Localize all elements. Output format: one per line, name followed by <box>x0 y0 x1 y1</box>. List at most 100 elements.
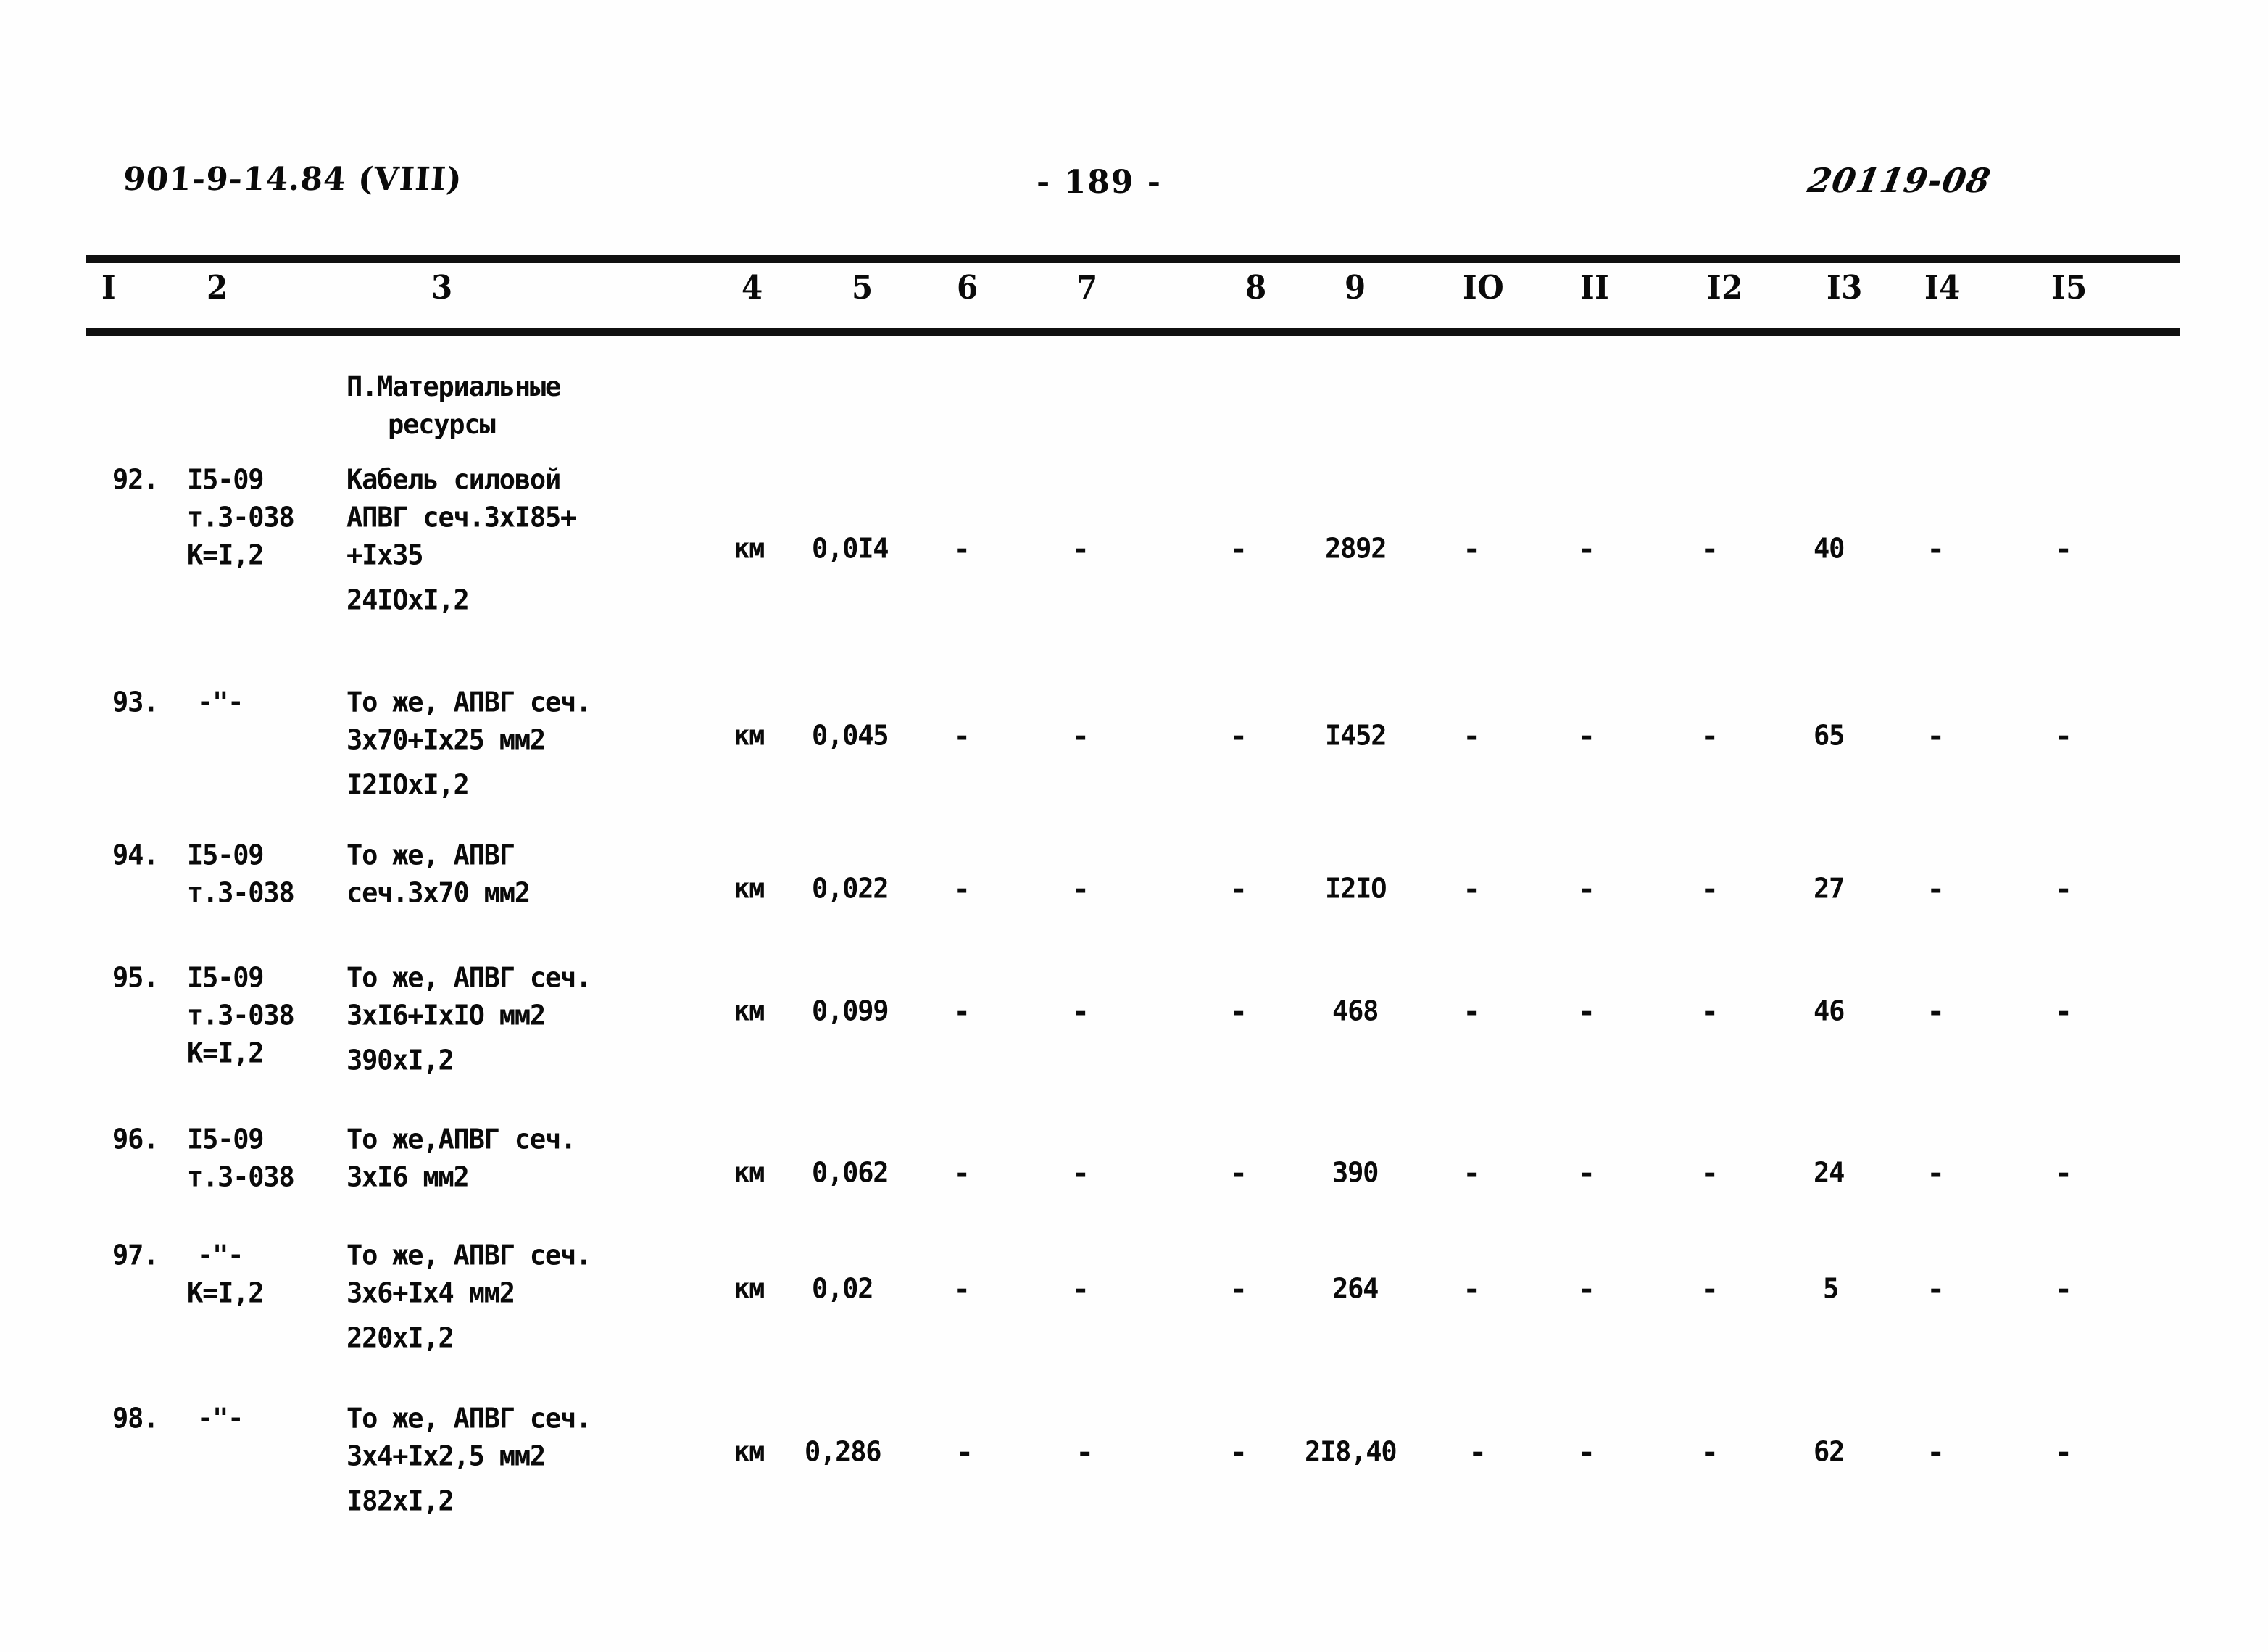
row-value-col8: - <box>1232 1270 1245 1307</box>
row-value-col8: - <box>1232 1433 1245 1470</box>
row-name-line-2: АПВГ сеч.3хI85+ <box>346 501 576 534</box>
row-code-line-1: -"- <box>197 686 244 718</box>
row-name-line-1: Кабель силовой <box>346 463 561 496</box>
row-value-col8: - <box>1232 1154 1245 1191</box>
column-header-12: I2 <box>1707 268 1743 307</box>
row-name-line-2: 3хI6 мм2 <box>346 1161 470 1193</box>
column-header-8: 8 <box>1245 268 1267 307</box>
row-number: 97. <box>112 1239 159 1271</box>
row-value-col8: - <box>1232 870 1245 907</box>
page-header: 901-9-14.84 (VIII) - 189 - 20119-08 <box>0 161 2268 212</box>
section-title-line-1: П.Материальные <box>346 371 561 402</box>
row-value-col12: - <box>1703 1154 1716 1191</box>
row-value-col9: 2892 <box>1325 532 1387 565</box>
row-value-col11: - <box>1580 992 1593 1029</box>
column-header-13: I3 <box>1827 268 1863 307</box>
row-code-line-3: К=I,2 <box>187 539 265 571</box>
column-header-6: 6 <box>957 268 979 307</box>
row-value-col9: 264 <box>1332 1272 1379 1305</box>
column-header-14: I4 <box>1924 268 1961 307</box>
row-unit: км <box>734 1272 765 1305</box>
row-value-col9: I452 <box>1325 719 1387 752</box>
row-value-col7: - <box>1074 530 1087 567</box>
row-value-col13: 24 <box>1814 1156 1845 1189</box>
row-value-col9: 2I8,40 <box>1305 1435 1397 1468</box>
row-name-line-2: 3хI6+IхIO мм2 <box>346 999 546 1032</box>
row-value-col5: 0,286 <box>805 1435 882 1468</box>
row-number: 94. <box>112 839 159 871</box>
row-value-col7: - <box>1074 992 1087 1029</box>
row-value-col14: - <box>1930 1433 1943 1470</box>
table-header-bottom-rule <box>86 328 2180 336</box>
row-value-col11: - <box>1580 1433 1593 1470</box>
row-value-col6: - <box>955 1154 968 1191</box>
row-value-col11: - <box>1580 717 1593 754</box>
row-name-line-1: То же, АПВГ сеч. <box>346 961 591 994</box>
row-unit: км <box>734 872 765 905</box>
column-header-5: 5 <box>852 268 873 307</box>
row-name-line-3: +Iх35 <box>346 539 424 571</box>
row-value-col7: - <box>1079 1433 1092 1470</box>
row-name-line-2: 3х6+Iх4 мм2 <box>346 1277 515 1309</box>
row-value-col9: 468 <box>1332 995 1379 1027</box>
row-value-col14: - <box>1930 530 1943 567</box>
row-code-line-1: -"- <box>197 1402 244 1435</box>
archive-number: 20119-08 <box>1805 161 1994 200</box>
row-value-col6: - <box>955 1270 968 1307</box>
row-value-col8: - <box>1232 992 1245 1029</box>
row-value-col6: - <box>958 1433 971 1470</box>
row-value-col12: - <box>1703 992 1716 1029</box>
row-value-col5: 0,02 <box>812 1272 874 1305</box>
row-value-col5: 0,045 <box>812 719 889 752</box>
row-number: 95. <box>112 961 159 994</box>
row-value-col7: - <box>1074 717 1087 754</box>
row-value-col15: - <box>2057 1433 2070 1470</box>
row-number: 96. <box>112 1123 159 1155</box>
row-name-extra: 390хI,2 <box>346 1044 454 1076</box>
row-code-line-1: I5-09 <box>187 463 265 496</box>
row-value-col7: - <box>1074 1154 1087 1191</box>
row-value-col14: - <box>1930 870 1943 907</box>
column-header-2: 2 <box>207 268 228 307</box>
column-header-7: 7 <box>1076 268 1098 307</box>
row-value-col11: - <box>1580 530 1593 567</box>
column-header-10: IO <box>1463 268 1505 307</box>
row-value-col15: - <box>2057 1270 2070 1307</box>
column-header-3: 3 <box>431 268 453 307</box>
row-name-line-1: То же, АПВГ сеч. <box>346 686 591 718</box>
row-value-col6: - <box>955 530 968 567</box>
document-code: 901-9-14.84 (VIII) <box>122 161 464 198</box>
row-name-line-1: То же,АПВГ сеч. <box>346 1123 576 1155</box>
row-unit: км <box>734 1435 765 1468</box>
row-value-col5: 0,062 <box>812 1156 889 1189</box>
row-value-col13: 40 <box>1814 532 1845 565</box>
row-value-col9: I2IO <box>1325 872 1387 905</box>
row-value-col5: 0,0I4 <box>812 532 889 565</box>
row-unit: км <box>734 995 765 1027</box>
column-header-4: 4 <box>742 268 763 307</box>
section-title-line-2: ресурсы <box>388 409 496 440</box>
row-value-col5: 0,022 <box>812 872 889 905</box>
row-code-line-3: К=I,2 <box>187 1037 265 1069</box>
row-value-col14: - <box>1930 992 1943 1029</box>
column-header-1: I <box>101 268 117 307</box>
row-number: 93. <box>112 686 159 718</box>
page-number: - 189 - <box>1037 164 1163 201</box>
row-code-line-2: т.3-038 <box>187 1161 295 1193</box>
row-value-col12: - <box>1703 530 1716 567</box>
row-value-col12: - <box>1703 870 1716 907</box>
row-number: 98. <box>112 1402 159 1435</box>
table-top-rule <box>86 255 2180 263</box>
row-code-line-2: К=I,2 <box>187 1277 265 1309</box>
row-name-extra: 220хI,2 <box>346 1321 454 1354</box>
row-code-line-1: -"- <box>197 1239 244 1271</box>
column-header-15: I5 <box>2051 268 2088 307</box>
row-value-col7: - <box>1074 870 1087 907</box>
row-value-col15: - <box>2057 1154 2070 1191</box>
row-value-col10: - <box>1466 1270 1479 1307</box>
row-value-col12: - <box>1703 717 1716 754</box>
row-value-col11: - <box>1580 870 1593 907</box>
row-name-line-1: То же, АПВГ сеч. <box>346 1402 591 1435</box>
row-unit: км <box>734 719 765 752</box>
row-name-line-1: То же, АПВГ <box>346 839 515 871</box>
